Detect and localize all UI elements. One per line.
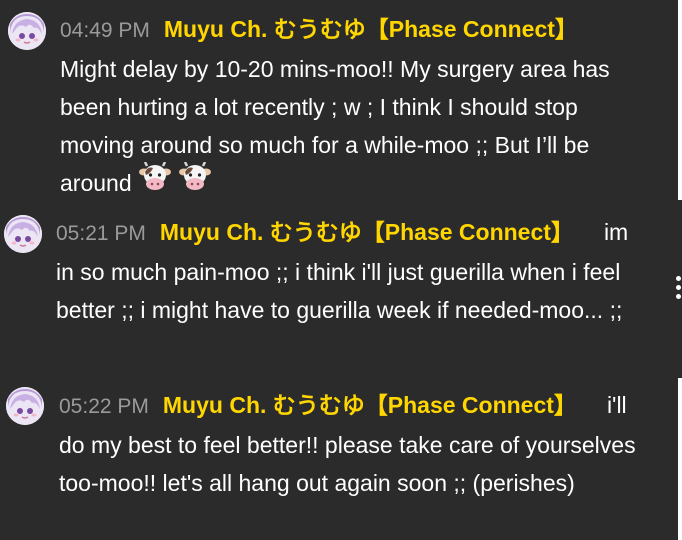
chat-message: 05:21 PM Muyu Ch. むうむゆ【Phase Connect】 im i… bbox=[0, 205, 640, 375]
author-name[interactable]: Muyu Ch. むうむゆ【Phase Connect】 bbox=[160, 219, 574, 245]
selection-edge bbox=[678, 378, 682, 540]
cow-face-icon bbox=[178, 161, 212, 203]
message-body: 04:49 PM Muyu Ch. むうむゆ【Phase Connect】Migh… bbox=[60, 10, 650, 203]
more-dot bbox=[676, 285, 681, 290]
more-dot bbox=[676, 294, 681, 299]
message-body: 05:21 PM Muyu Ch. むうむゆ【Phase Connect】 im i… bbox=[56, 213, 652, 329]
more-vertical-icon[interactable] bbox=[676, 276, 682, 304]
muyu-avatar-icon[interactable] bbox=[6, 387, 44, 425]
cow-face-icon bbox=[138, 161, 172, 203]
timestamp: 05:21 PM bbox=[56, 222, 146, 245]
timestamp: 04:49 PM bbox=[60, 19, 150, 42]
chat-message: 04:49 PM Muyu Ch. むうむゆ【Phase Connect】Migh… bbox=[0, 0, 640, 200]
muyu-avatar-icon[interactable] bbox=[4, 215, 42, 253]
chat-message: 05:22 PM Muyu Ch. むうむゆ【Phase Connect】 i'll… bbox=[0, 378, 640, 540]
message-body: 05:22 PM Muyu Ch. むうむゆ【Phase Connect】 i'll… bbox=[59, 386, 651, 502]
selection-edge bbox=[678, 0, 682, 200]
more-dot bbox=[676, 276, 681, 281]
author-name[interactable]: Muyu Ch. むうむゆ【Phase Connect】 bbox=[163, 392, 577, 418]
author-name[interactable]: Muyu Ch. むうむゆ【Phase Connect】 bbox=[164, 16, 578, 42]
muyu-avatar-icon[interactable] bbox=[8, 12, 46, 50]
timestamp: 05:22 PM bbox=[59, 395, 149, 418]
